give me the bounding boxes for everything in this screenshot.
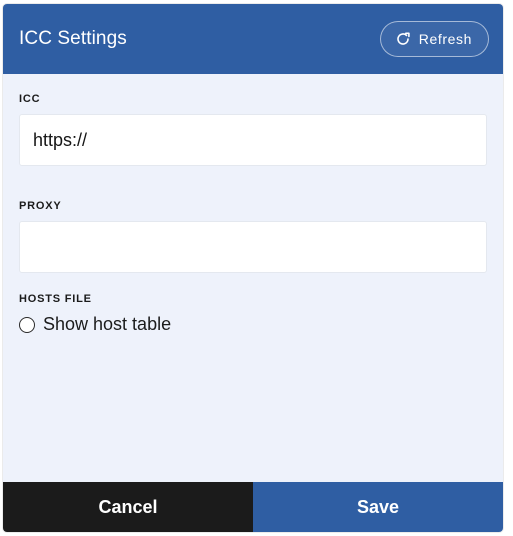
icc-field-group: ICC [19,93,487,166]
show-host-table-label: Show host table [43,314,172,334]
proxy-input[interactable] [19,221,487,273]
dialog-footer: Cancel Save [3,482,503,532]
refresh-label: Refresh [418,31,472,47]
radio-button-icon[interactable] [19,316,35,333]
icc-label: ICC [19,93,41,105]
proxy-field-group: PROXY [19,200,487,273]
save-button[interactable]: Save [253,482,503,532]
refresh-button[interactable]: Refresh [379,21,489,57]
hosts-file-field-group: HOSTS FILE Show host table [19,293,487,335]
dialog-header: ICC Settings Refresh [3,4,503,74]
show-host-table-option[interactable]: Show host table [19,314,487,335]
cancel-button[interactable]: Cancel [3,482,253,532]
icc-settings-dialog: ICC Settings Refresh ICC PROXY HOSTS FIL… [3,4,503,532]
hosts-file-label: HOSTS FILE [19,293,92,305]
refresh-icon [395,31,411,47]
icc-input[interactable] [19,114,487,166]
dialog-content: ICC PROXY HOSTS FILE Show host table [3,74,503,482]
proxy-label: PROXY [19,200,62,212]
dialog-title: ICC Settings [19,28,127,49]
